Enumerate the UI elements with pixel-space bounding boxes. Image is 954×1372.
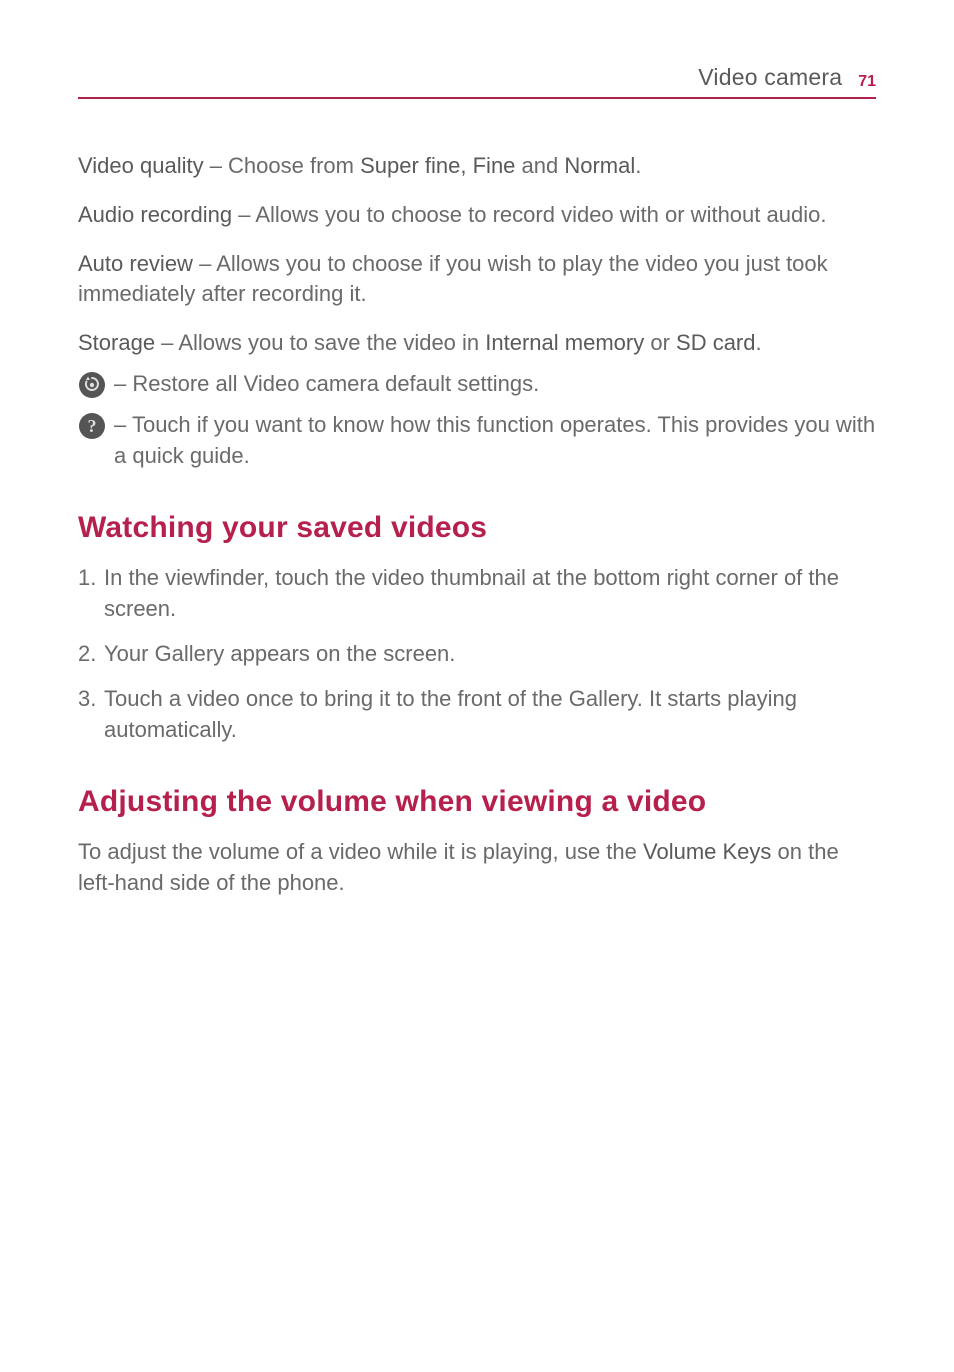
text-prefix: Allows you to save the video in	[178, 330, 485, 355]
setting-help-guide: ? – Touch if you want to know how this f…	[78, 410, 876, 472]
label: Storage	[78, 330, 155, 355]
text: Touch if you want to know how this funct…	[114, 412, 875, 468]
option-2: SD card	[676, 330, 755, 355]
label: Auto review	[78, 251, 193, 276]
heading-watching: Watching your saved videos	[78, 507, 876, 549]
setting-restore-defaults: – Restore all Video camera default setti…	[78, 369, 876, 400]
option-1: Internal memory	[485, 330, 644, 355]
header-title: Video camera	[698, 64, 842, 91]
text: Allows you to choose to record video wit…	[255, 202, 826, 227]
sep: –	[114, 412, 132, 437]
sep: –	[155, 330, 178, 355]
page-header: Video camera 71	[78, 64, 876, 99]
page-number: 71	[858, 73, 876, 91]
list-number: 2.	[78, 639, 104, 670]
setting-video-quality: Video quality – Choose from Super fine, …	[78, 151, 876, 182]
text-wrap: – Touch if you want to know how this fun…	[114, 410, 876, 472]
list-item: 3. Touch a video once to bring it to the…	[78, 684, 876, 746]
page: Video camera 71 Video quality – Choose f…	[0, 0, 954, 1372]
label: Audio recording	[78, 202, 232, 227]
list-text: Touch a video once to bring it to the fr…	[104, 684, 876, 746]
adjusting-paragraph: To adjust the volume of a video while it…	[78, 837, 876, 899]
sep: –	[232, 202, 255, 227]
help-icon: ?	[78, 412, 106, 440]
text-suffix: .	[635, 153, 641, 178]
list-text: Your Gallery appears on the screen.	[104, 639, 876, 670]
list-item: 2. Your Gallery appears on the screen.	[78, 639, 876, 670]
sep: –	[193, 251, 216, 276]
text-mid: and	[515, 153, 564, 178]
text-prefix: Choose from	[228, 153, 360, 178]
svg-text:?: ?	[88, 416, 97, 436]
option-1: Super fine, Fine	[360, 153, 515, 178]
text-suffix: .	[756, 330, 762, 355]
list-text: In the viewfinder, touch the video thumb…	[104, 563, 876, 625]
list-number: 3.	[78, 684, 104, 715]
restore-icon	[78, 371, 106, 399]
text-wrap: – Restore all Video camera default setti…	[114, 369, 876, 400]
text-prefix: To adjust the volume of a video while it…	[78, 839, 643, 864]
text-mid: or	[644, 330, 676, 355]
setting-auto-review: Auto review – Allows you to choose if yo…	[78, 249, 876, 311]
sep: –	[114, 371, 132, 396]
list-item: 1. In the viewfinder, touch the video th…	[78, 563, 876, 625]
option-2: Normal	[564, 153, 635, 178]
label: Video quality	[78, 153, 204, 178]
text: Restore all Video camera default setting…	[132, 371, 539, 396]
setting-storage: Storage – Allows you to save the video i…	[78, 328, 876, 359]
volume-keys-label: Volume Keys	[643, 839, 771, 864]
list-number: 1.	[78, 563, 104, 594]
body-text: Video quality – Choose from Super fine, …	[78, 151, 876, 899]
heading-adjusting: Adjusting the volume when viewing a vide…	[78, 781, 876, 823]
setting-audio-recording: Audio recording – Allows you to choose t…	[78, 200, 876, 231]
sep: –	[204, 153, 228, 178]
